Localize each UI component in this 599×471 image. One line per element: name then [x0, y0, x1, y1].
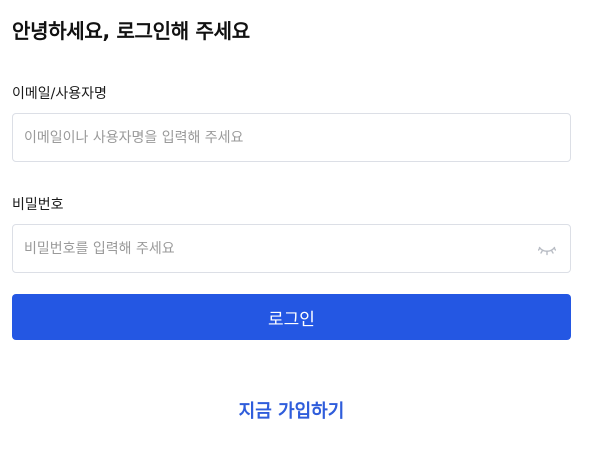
email-input-box[interactable]	[12, 113, 571, 162]
signup-link[interactable]: 지금 가입하기	[0, 397, 583, 423]
email-input[interactable]	[24, 114, 524, 161]
password-label: 비밀번호	[12, 197, 64, 213]
login-button[interactable]: 로그인	[12, 294, 571, 340]
page-title: 안녕하세요, 로그인해 주세요	[12, 19, 250, 43]
password-input[interactable]	[24, 225, 524, 272]
email-label: 이메일/사용자명	[12, 86, 107, 102]
password-input-box[interactable]	[12, 224, 571, 273]
eye-closed-icon[interactable]	[537, 241, 557, 257]
